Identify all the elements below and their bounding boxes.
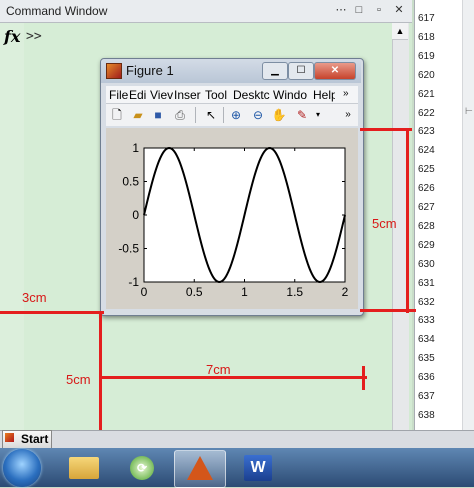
refresh-icon: ⟳: [130, 456, 154, 480]
matlab-logo-icon: [106, 63, 122, 79]
left-guide-line: [0, 311, 104, 314]
menu-insert[interactable]: Inser: [174, 88, 204, 102]
line-number: 629: [418, 239, 435, 251]
left-offset-label: 3cm: [22, 290, 47, 305]
data-cursor-icon[interactable]: ✎: [294, 107, 310, 123]
line-number: 623: [418, 126, 435, 138]
matlab-start-bar: [0, 430, 474, 449]
line-number: 621: [418, 88, 435, 100]
height-label: 5cm: [372, 216, 397, 231]
menu-desktop[interactable]: Desktc: [233, 88, 272, 102]
line-number: 622: [418, 107, 435, 119]
x-tick-label: 0: [141, 285, 148, 299]
command-prompt[interactable]: >>: [26, 29, 42, 44]
fx-function-browser-icon[interactable]: fx: [4, 27, 20, 46]
line-number: 620: [418, 69, 435, 81]
close-button[interactable]: ✕: [314, 62, 356, 80]
menu-file[interactable]: File: [109, 88, 129, 102]
open-icon[interactable]: ▰: [130, 107, 146, 123]
close-icon[interactable]: ✕: [393, 4, 405, 16]
folder-icon: [69, 457, 99, 479]
toolbar-separator: [195, 107, 196, 123]
dock-icon[interactable]: ▫: [373, 4, 385, 16]
start-button-label: Start: [21, 432, 49, 446]
maximize-button[interactable]: ☐: [288, 62, 314, 80]
menu-overflow-icon[interactable]: »: [343, 88, 349, 99]
line-number: 636: [418, 372, 435, 384]
taskbar-matlab[interactable]: [174, 450, 226, 488]
menu-tools[interactable]: Tool: [205, 88, 232, 102]
new-figure-icon[interactable]: 🗋: [109, 107, 125, 123]
taskbar-refresh-app[interactable]: ⟳: [118, 450, 168, 486]
width-dimension-line: [101, 376, 367, 379]
taskbar-explorer[interactable]: [60, 450, 110, 486]
line-number: 635: [418, 353, 435, 365]
menu-view[interactable]: Viev: [150, 88, 173, 102]
undock-icon[interactable]: □: [353, 4, 365, 16]
x-tick-label: 1.5: [286, 285, 303, 299]
windows-start-orb-icon[interactable]: [3, 449, 41, 487]
menu-window[interactable]: Windo: [273, 88, 312, 102]
y-tick-label: -0.5: [118, 242, 139, 256]
line-number: 637: [418, 391, 435, 402]
x-tick-label: 1: [241, 285, 248, 299]
line-number: 633: [418, 315, 435, 327]
line-number: 624: [418, 145, 435, 157]
line-number: 632: [418, 296, 435, 308]
menu-edit[interactable]: Edi: [129, 88, 149, 102]
y-tick-label: 1: [132, 141, 139, 155]
toolbar-separator: [223, 107, 224, 123]
line-number: 625: [418, 164, 435, 176]
editor-marker-icon: ⊢: [465, 106, 473, 116]
top-guide-line: [360, 128, 412, 131]
minimize-button[interactable]: ▁: [262, 62, 288, 80]
x-tick-label: 2: [342, 285, 349, 299]
line-number: 619: [418, 50, 435, 62]
line-number: 634: [418, 334, 435, 346]
ellipsis-icon[interactable]: ⋯: [335, 4, 347, 16]
line-number: 617: [418, 13, 435, 24]
y-tick-label: 0.5: [122, 175, 139, 189]
y-tick-label: 0: [132, 208, 139, 222]
editor-margin-strip: [462, 0, 474, 430]
zoom-in-icon[interactable]: ⊕: [228, 107, 244, 123]
x-tick-label: 0.5: [186, 285, 203, 299]
y-tick-label: -1: [128, 275, 139, 289]
line-number: 626: [418, 183, 435, 195]
line-number: 618: [418, 31, 435, 43]
bottom-offset-label: 5cm: [66, 372, 91, 387]
figure-title: Figure 1: [126, 63, 174, 78]
chevron-down-icon[interactable]: ▾: [310, 107, 326, 123]
print-icon[interactable]: ⎙: [172, 107, 188, 123]
command-window-title: Command Window: [6, 4, 108, 18]
line-number: 627: [418, 202, 435, 213]
pointer-icon[interactable]: ↖: [203, 107, 219, 123]
menu-help[interactable]: Help: [313, 88, 335, 102]
toolbar-overflow-icon[interactable]: »: [340, 107, 356, 123]
matlab-logo-icon: [187, 456, 213, 480]
zoom-out-icon[interactable]: ⊖: [250, 107, 266, 123]
line-number: 638: [418, 409, 435, 421]
scroll-up-icon[interactable]: ▲: [392, 23, 408, 40]
width-label: 7cm: [206, 362, 231, 377]
matlab-logo-icon: [5, 433, 14, 442]
taskbar-word[interactable]: W: [234, 450, 284, 486]
save-icon[interactable]: ■: [150, 107, 166, 123]
width-dimension-tick: [362, 366, 365, 390]
command-window-gutter: [0, 23, 24, 430]
line-number: 628: [418, 220, 435, 232]
height-dimension-line: [406, 128, 409, 313]
bottom-guide-line: [360, 309, 416, 312]
pan-icon[interactable]: ✋: [271, 107, 287, 123]
line-number: 631: [418, 277, 435, 289]
word-icon: W: [244, 455, 272, 481]
line-number: 630: [418, 258, 435, 270]
plot-axes[interactable]: 0 0.5 1 1.5 2 1 0.5 0 -0.5 -1: [106, 128, 358, 309]
